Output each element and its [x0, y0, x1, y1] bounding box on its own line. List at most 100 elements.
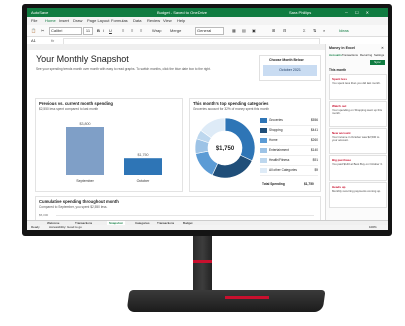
cell-styles-icon[interactable]: ▣ [252, 25, 256, 36]
legend-value: $556 [310, 118, 318, 122]
font-size-select[interactable]: 11 [83, 27, 93, 35]
card-title: This month's top spending categories [193, 101, 269, 106]
sync-button[interactable]: Sync [370, 60, 385, 65]
category-legend: Groceries $556 Shopping $441 Home $260 Enterta… [260, 117, 318, 181]
user-name[interactable]: Sara Phillips [289, 8, 311, 17]
gridline [56, 215, 314, 216]
insight-body: You paid $140 at Best Buy on October 3. [332, 162, 383, 166]
insight-card[interactable]: Spent less You spent less than you did la… [329, 74, 387, 100]
ribbon-tab-help[interactable]: Help [177, 17, 185, 25]
legend-value: $260 [310, 138, 318, 142]
excel-title-bar: AutoSave Budget - Saved to OneDrive Sara… [27, 8, 388, 17]
wrap-text-button[interactable]: Wrap [152, 25, 161, 36]
pane-tab[interactable]: Accounts [329, 53, 342, 57]
monitor-screen: AutoSave Budget - Saved to OneDrive Sara… [27, 8, 388, 230]
money-in-excel-pane: Money in Excel ✕ Accounts Transactions Rec… [325, 44, 388, 220]
page-title: Your Monthly Snapshot [36, 54, 129, 64]
pane-title: Money in Excel [329, 46, 355, 50]
window-title: Budget - Saved to OneDrive [157, 10, 208, 15]
insight-card[interactable]: Watch out Your spending on Shopping went … [329, 101, 387, 127]
month-date-box[interactable]: October 2021 [263, 65, 317, 76]
underline-icon[interactable]: U [109, 25, 112, 36]
ribbon-tab-draw[interactable]: Draw [73, 17, 82, 25]
pane-tabs: Accounts Transactions Recurring Settings [329, 53, 387, 58]
autosave-label[interactable]: AutoSave [31, 8, 48, 17]
insight-body: Your income in October was $2,500 to you… [332, 135, 380, 143]
legend-value: $140 [310, 148, 318, 152]
ribbon-tab-view[interactable]: View [163, 17, 172, 25]
stand-accent-stripe [193, 260, 212, 263]
total-label: Total Spending [262, 182, 285, 186]
insight-card[interactable]: New account Your income in October was $2… [329, 128, 387, 154]
legend-value: $9 [314, 168, 318, 172]
legend-swatch [260, 148, 267, 153]
insight-card[interactable]: Big purchase You paid $140 at Best Buy on… [329, 155, 387, 181]
pane-tab[interactable]: Settings [374, 53, 384, 57]
card-subtitle: Groceries account for 32% of money spent… [193, 107, 270, 111]
table-format-icon[interactable]: ▤ [242, 25, 246, 36]
insight-body: Your spending on Shopping went up this m… [332, 108, 382, 116]
legend-value: $91 [312, 158, 318, 162]
legend-swatch [260, 138, 267, 143]
legend-value: $441 [310, 128, 318, 132]
donut-center-label: $1,750 [216, 146, 235, 152]
align-left-icon[interactable]: ≡ [122, 25, 124, 36]
legend-category: Health/Fitness [269, 158, 290, 162]
align-right-icon[interactable]: ≡ [140, 25, 142, 36]
ribbon-tab-data[interactable]: Data [133, 17, 141, 25]
ribbon-tab-insert[interactable]: Insert [59, 17, 69, 25]
conditional-format-icon[interactable]: ▦ [232, 25, 236, 36]
y-axis-tick: $5,000 [39, 213, 49, 217]
card-top-categories: This month's top spending categories Gro… [189, 98, 321, 192]
legend-category: Home [269, 138, 278, 142]
legend-row: All other Categories $9 [260, 167, 318, 176]
insert-cells-icon[interactable]: ⊞ [272, 25, 275, 36]
pane-close-icon[interactable]: ✕ [381, 46, 384, 50]
card-previous-vs-current: Previous vs. current month spending $2,5… [35, 98, 183, 192]
pane-tab[interactable]: Recurring [360, 53, 372, 57]
ribbon-tab-bar: File Home Insert Draw Page Layout Formulas Dat… [27, 17, 388, 26]
font-name-select[interactable]: Calibri [49, 27, 82, 35]
merge-button[interactable]: Merge [170, 25, 181, 36]
fx-icon: fx [51, 38, 55, 43]
sort-icon[interactable]: ⇅ [313, 25, 316, 36]
donut-slice [211, 154, 253, 179]
bar-chart: $3,800 September $1,750 October [66, 122, 162, 183]
italic-icon[interactable]: I [103, 25, 104, 36]
ribbon-tab-review[interactable]: Review [147, 17, 160, 25]
paste-icon[interactable]: 📋 [31, 25, 36, 36]
cut-icon[interactable]: ✂ [41, 25, 44, 36]
legend-category: Shopping [269, 128, 283, 132]
donut-chart: $1,750 [194, 117, 256, 179]
worksheet[interactable]: Your Monthly Snapshot See your spending … [27, 50, 325, 222]
find-icon[interactable]: ⌕ [323, 25, 325, 36]
card-cumulative: Cumulative spending throughout month Com… [35, 196, 321, 222]
legend-category: Groceries [269, 118, 283, 122]
insight-body: You spent less than you did last month. [332, 81, 381, 85]
legend-swatch [260, 158, 267, 163]
month-box-label: Choose Month Below [269, 58, 304, 62]
ribbon-tab-page-layout[interactable]: Page Layout [87, 17, 109, 25]
bar-value-label: $1,750 [138, 153, 149, 157]
card-title: Previous vs. current month spending [39, 101, 113, 106]
insight-card[interactable]: Heads up Monthly recurring payments comin… [329, 182, 387, 208]
ribbon-tab-file[interactable]: File [31, 17, 37, 25]
pane-tab[interactable]: Transactions [342, 53, 358, 57]
ideas-button[interactable]: Ideas [339, 25, 349, 36]
legend-swatch [260, 168, 267, 173]
name-box[interactable]: A1 [31, 37, 36, 44]
legend-swatch [260, 128, 267, 133]
legend-row: Entertainment $140 [260, 147, 318, 156]
bold-icon[interactable]: B [97, 25, 100, 36]
card-subtitle: $2,550 less spent compared to last month [39, 107, 99, 111]
delete-cells-icon[interactable]: ⊟ [283, 25, 286, 36]
align-center-icon[interactable]: ≡ [131, 25, 133, 36]
sum-icon[interactable]: Σ [303, 25, 305, 36]
card-subtitle: Compared to September, you spent $2,550 … [39, 205, 108, 209]
total-value: $1,750 [304, 182, 314, 186]
window-controls-icon[interactable]: ─ ☐ ✕ [345, 8, 372, 17]
ribbon-tab-formulas[interactable]: Formulas [111, 17, 128, 25]
monitor-stand-base [126, 290, 326, 312]
number-format-select[interactable]: General [195, 27, 224, 35]
base-accent-stripe [225, 296, 269, 299]
